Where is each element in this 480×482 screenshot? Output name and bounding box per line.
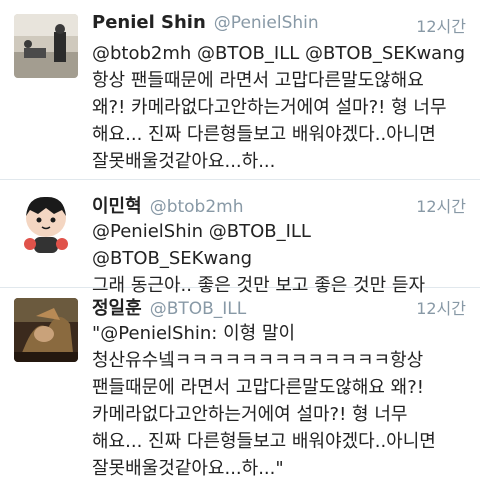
author-name[interactable]: 이민혁 @btob2mh (92, 192, 244, 218)
timestamp[interactable]: 12시간 (416, 295, 466, 319)
timestamp[interactable]: 12시간 (416, 13, 466, 37)
avatar[interactable] (14, 14, 78, 78)
timestamp[interactable]: 12시간 (416, 193, 466, 217)
painting-icon (14, 298, 78, 362)
photo-icon (14, 14, 78, 78)
avatar[interactable] (14, 192, 78, 256)
screen-name[interactable]: @PenielShin (214, 13, 319, 33)
screen-name[interactable]: @btob2mh (150, 197, 244, 217)
tweet-text: @PenielShin @BTOB_ILL @BTOB_SEKwang 그래 동… (92, 221, 426, 296)
display-name[interactable]: 정일훈 (92, 298, 142, 319)
screen-name[interactable]: @BTOB_ILL (150, 299, 247, 319)
cartoon-avatar-icon (14, 192, 78, 256)
author-name[interactable]: 정일훈 @BTOB_ILL (92, 294, 246, 320)
display-name[interactable]: Peniel Shin (92, 12, 206, 33)
tweet-minhyuk[interactable]: 이민혁 @btob2mh 12시간 @PenielShin @BTOB_ILL @… (0, 180, 480, 296)
author-name[interactable]: Peniel Shin @PenielShin (92, 12, 319, 33)
tweet-text: "@PenielShin: 이형 말이 청산유수넼ㅋㅋㅋㅋㅋㅋㅋㅋㅋㅋㅋㅋㅋ항상… (92, 323, 436, 479)
tweet-peniel[interactable]: Peniel Shin @PenielShin 12시간 @btob2mh @BT… (0, 0, 480, 180)
tweet-ilhoon[interactable]: 정일훈 @BTOB_ILL 12시간 "@PenielShin: 이형 말이 청산… (0, 288, 480, 481)
tweet-text: @btob2mh @BTOB_ILL @BTOB_SEKwang 항상 팬들때문… (92, 43, 466, 172)
avatar[interactable] (14, 298, 78, 362)
display-name[interactable]: 이민혁 (92, 196, 142, 217)
